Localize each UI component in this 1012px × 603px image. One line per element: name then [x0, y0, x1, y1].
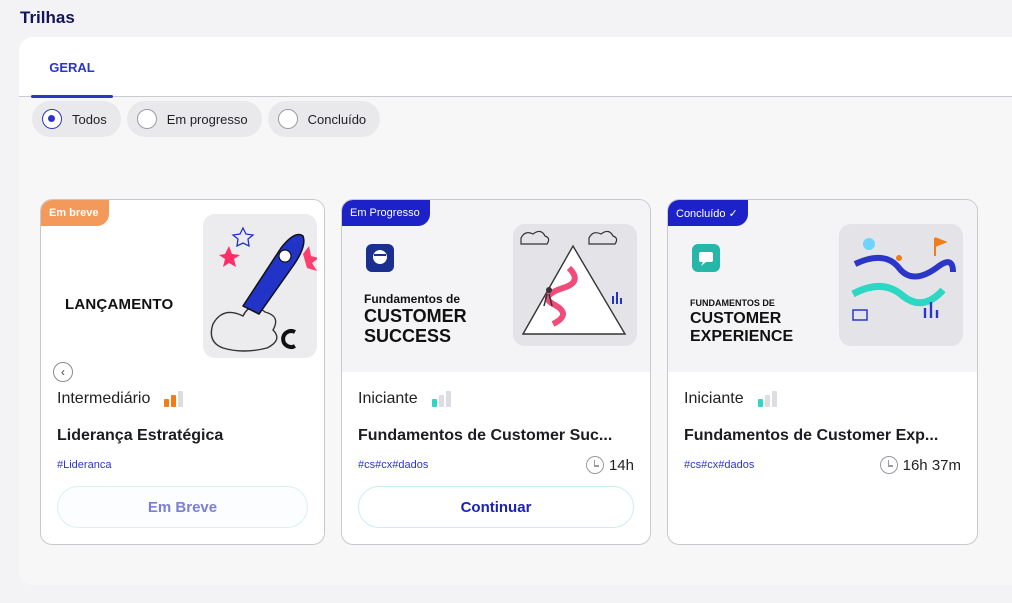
clock-icon: [879, 456, 898, 474]
filter-label: Em progresso: [166, 111, 248, 127]
duration-label: 16h 37m: [902, 456, 961, 474]
course-duration: 16h 37m: [879, 456, 961, 474]
status-badge: Em breve: [41, 200, 109, 226]
filter-todos[interactable]: Todos: [32, 101, 121, 137]
radio-icon[interactable]: [277, 109, 298, 129]
level-indicator: Iniciante: [358, 390, 451, 408]
cs-brand-icon: [366, 244, 394, 272]
level-label: Iniciante: [684, 390, 744, 407]
continue-button[interactable]: Continuar: [358, 486, 634, 528]
radio-icon[interactable]: [136, 109, 157, 129]
level-bars-icon: [431, 391, 451, 407]
status-filter-group: Todos Em progresso Concluído: [32, 101, 381, 137]
cx-brand-icon: [692, 244, 720, 272]
course-title: Liderança Estratégica: [57, 427, 224, 444]
course-duration: 14h: [585, 456, 634, 474]
course-tags[interactable]: #cs#cx#dados: [358, 459, 428, 471]
banner-subtitle: Fundamentos de: [364, 292, 461, 306]
tab-bar: GERAL: [19, 37, 1012, 98]
radio-checked-icon[interactable]: [42, 109, 62, 129]
banner-subtitle: FUNDAMENTOS DE: [690, 298, 775, 308]
mountain-illustration: [513, 224, 637, 346]
journey-illustration: [839, 224, 963, 346]
course-card[interactable]: Fundamentos de CUSTOMER SUCCESS Em Progr…: [341, 199, 651, 545]
banner-title: LANÇAMENTO: [65, 296, 174, 313]
level-label: Intermediário: [57, 390, 151, 407]
course-tags[interactable]: #Lideranca: [57, 459, 111, 471]
chevron-left-icon[interactable]: ‹: [53, 362, 73, 382]
filter-concluido[interactable]: Concluído: [267, 101, 381, 137]
tab-geral[interactable]: GERAL: [31, 37, 113, 97]
level-bars-icon: [164, 391, 184, 407]
status-badge: Concluído ✓: [668, 200, 748, 226]
banner-title: CUSTOMER SUCCESS: [364, 306, 467, 346]
banner-title: CUSTOMER EXPERIENCE: [690, 310, 794, 345]
course-tags[interactable]: #cs#cx#dados: [684, 459, 754, 471]
filter-label: Concluído: [307, 111, 367, 127]
duration-label: 14h: [608, 456, 634, 474]
clock-icon: [585, 456, 604, 474]
active-tab-indicator: [31, 95, 113, 98]
status-badge: Em Progresso: [342, 200, 430, 226]
course-title: Fundamentos de Customer Exp...: [684, 427, 939, 444]
level-indicator: Iniciante: [684, 390, 777, 408]
page-title: Trilhas: [20, 8, 75, 27]
rocket-illustration: [203, 214, 317, 358]
level-bars-icon: [757, 391, 777, 407]
course-card[interactable]: FUNDAMENTOS DE CUSTOMER EXPERIENCE Concl…: [667, 199, 978, 545]
filter-label: Todos: [72, 111, 107, 127]
course-title: Fundamentos de Customer Suc...: [358, 427, 613, 444]
level-indicator: Intermediário: [57, 390, 184, 408]
course-card[interactable]: LANÇAMENTO ‹ Em breve Intermediário Lide…: [40, 199, 325, 545]
level-label: Iniciante: [358, 390, 418, 407]
coming-soon-button[interactable]: Em Breve: [57, 486, 308, 528]
filter-em-progresso[interactable]: Em progresso: [126, 101, 262, 137]
